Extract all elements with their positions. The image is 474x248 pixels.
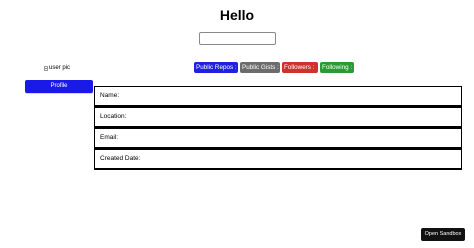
followers-badge: Followers : xyxy=(282,62,318,73)
info-row-location: Location: xyxy=(94,107,462,127)
stats-badges: Public Repos : Public Gists : Followers … xyxy=(194,62,354,73)
info-row-created-date: Created Date: xyxy=(94,149,462,169)
avatar-alt-text: user pic xyxy=(49,65,71,71)
location-label: Location: xyxy=(100,113,127,120)
broken-image-icon xyxy=(44,65,48,71)
name-label: Name: xyxy=(100,92,120,99)
page: Hello user pic Profile Public Repos : Pu… xyxy=(0,0,474,248)
page-title: Hello xyxy=(219,7,255,23)
info-row-email: Email: xyxy=(94,128,462,148)
profile-info-list: Name: Location: Email: Created Date: xyxy=(94,86,462,170)
public-repos-badge: Public Repos : xyxy=(194,62,238,73)
public-gists-badge: Public Gists : xyxy=(240,62,280,73)
open-sandbox-button[interactable]: Open Sandbox xyxy=(421,228,465,241)
username-search-input[interactable] xyxy=(199,32,276,45)
info-row-name: Name: xyxy=(94,86,462,106)
avatar: user pic xyxy=(44,63,70,73)
following-badge: Following : xyxy=(320,62,354,73)
profile-button[interactable]: Profile xyxy=(25,80,93,93)
email-label: Email: xyxy=(100,134,119,141)
created-date-label: Created Date: xyxy=(100,155,141,162)
